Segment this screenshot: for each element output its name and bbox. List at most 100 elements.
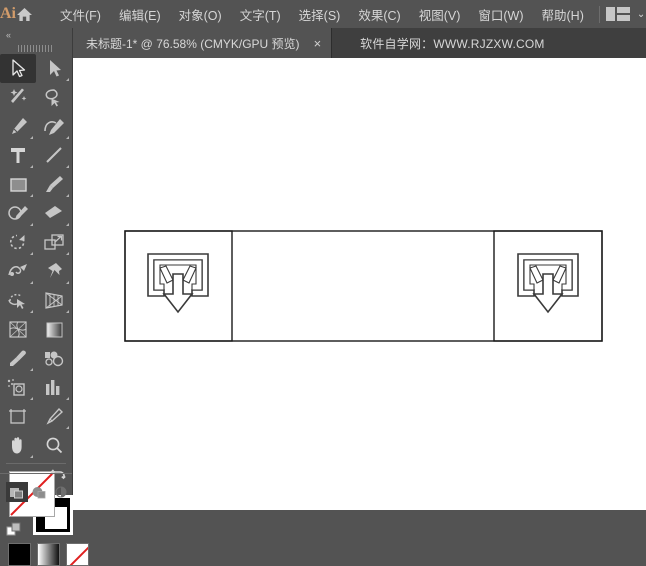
- flyout-indicator: [66, 281, 69, 284]
- menu-bar-right: ⌄: [593, 5, 646, 23]
- perspective-grid-tool[interactable]: [36, 286, 72, 315]
- pen-tool[interactable]: [0, 112, 36, 141]
- mesh-icon: [9, 321, 27, 338]
- menu-type[interactable]: 文字(T): [231, 1, 290, 28]
- normal-screen-mode-icon: [10, 487, 23, 498]
- workspace-icon-block-top: [616, 7, 630, 13]
- artboard-tool[interactable]: [0, 402, 36, 431]
- line-segment-tool[interactable]: [36, 141, 72, 170]
- mesh-tool[interactable]: [0, 315, 36, 344]
- menu-object[interactable]: 对象(O): [170, 1, 231, 28]
- magnifier-icon: [46, 437, 63, 454]
- lasso-tool[interactable]: [36, 83, 72, 112]
- flyout-indicator: [66, 78, 69, 81]
- flyout-indicator: [30, 397, 33, 400]
- flyout-indicator: [30, 223, 33, 226]
- full-screen-icon: [55, 486, 67, 497]
- canvas-area[interactable]: [72, 58, 646, 510]
- flyout-indicator: [30, 136, 33, 139]
- hand-tool[interactable]: [0, 431, 36, 460]
- menu-view[interactable]: 视图(V): [410, 1, 470, 28]
- symbol-sprayer-tool[interactable]: [0, 373, 36, 402]
- default-fill-stroke-button[interactable]: [6, 522, 22, 543]
- pen-nib-icon: [12, 118, 27, 134]
- menu-select[interactable]: 选择(S): [290, 1, 350, 28]
- flyout-indicator: [66, 397, 69, 400]
- menu-file[interactable]: 文件(F): [51, 1, 110, 28]
- hand-icon: [12, 437, 22, 454]
- toolbar-collapse-button[interactable]: «: [0, 28, 72, 42]
- menu-edit[interactable]: 编辑(E): [110, 1, 170, 28]
- zoom-tool[interactable]: [36, 431, 72, 460]
- width-tool[interactable]: [0, 257, 36, 286]
- none-swatch[interactable]: [66, 543, 89, 566]
- toolbar-drag-handle[interactable]: [0, 42, 72, 54]
- flyout-indicator: [30, 368, 33, 371]
- shape-builder-tool[interactable]: [0, 286, 36, 315]
- chevron-down-icon[interactable]: ⌄: [637, 9, 645, 20]
- type-tool[interactable]: [0, 141, 36, 170]
- download-button-bar-artwork[interactable]: [124, 230, 604, 349]
- scale-tool[interactable]: [36, 228, 72, 257]
- menu-help[interactable]: 帮助(H): [533, 1, 593, 28]
- gradient-tool[interactable]: [36, 315, 72, 344]
- shaper-tool[interactable]: [0, 199, 36, 228]
- symbol-sprayer-icon: [7, 379, 25, 396]
- watermark-text: 软件自学网：WWW.RJZXW.COM: [360, 36, 545, 51]
- color-mode-buttons: [8, 543, 89, 566]
- flyout-indicator: [30, 455, 33, 458]
- workspace-icon-right-blocks: [616, 7, 630, 21]
- menu-window[interactable]: 窗口(W): [469, 1, 532, 28]
- scale-icon: [44, 234, 64, 250]
- artwork-svg: [124, 230, 603, 342]
- rotate-icon: [9, 234, 25, 250]
- pushpin-icon: [48, 263, 62, 278]
- lasso-icon: [45, 89, 60, 107]
- color-swatch[interactable]: [8, 543, 31, 566]
- close-icon[interactable]: ×: [314, 37, 322, 50]
- direct-selection-tool[interactable]: [36, 54, 72, 83]
- selection-tool[interactable]: [0, 54, 36, 83]
- artboard-icon: [9, 409, 26, 424]
- direct-select-arrow-icon: [49, 60, 61, 77]
- workspace-switcher-icon[interactable]: [605, 7, 630, 21]
- document-tab[interactable]: 未标题-1* @ 76.58% (CMYK/GPU 预览) ×: [72, 28, 333, 58]
- slice-tool[interactable]: [36, 402, 72, 431]
- tray-right-tick: [552, 265, 567, 284]
- perspective-grid-icon: [45, 292, 63, 309]
- workspace-icon-block-bottom: [616, 15, 630, 21]
- free-transform-tool[interactable]: [36, 257, 72, 286]
- flyout-indicator: [66, 136, 69, 139]
- magic-wand-tool[interactable]: [0, 83, 36, 112]
- illustrator-window: Ai 文件(F) 编辑(E) 对象(O) 文字(T) 选择(S) 效果(C) 视…: [0, 0, 646, 566]
- menu-effect[interactable]: 效果(C): [349, 1, 409, 28]
- type-t-icon: [11, 148, 25, 163]
- eyedropper-tool[interactable]: [0, 344, 36, 373]
- workspace-divider: [598, 5, 600, 23]
- gradient-swatch[interactable]: [37, 543, 60, 566]
- screen-mode-buttons: [6, 482, 72, 502]
- workspace-icon-left-block: [605, 7, 615, 21]
- rotate-tool[interactable]: [0, 228, 36, 257]
- full-screen-mode[interactable]: [50, 482, 72, 502]
- rectangle-tool[interactable]: [0, 170, 36, 199]
- full-screen-menubar-mode[interactable]: [28, 482, 50, 502]
- blend-tool[interactable]: [36, 344, 72, 373]
- collapse-icon: «: [6, 30, 11, 40]
- paintbrush-tool[interactable]: [36, 170, 72, 199]
- eraser-tool[interactable]: [36, 199, 72, 228]
- home-icon-glyph: [17, 7, 32, 21]
- flyout-indicator: [66, 165, 69, 168]
- arrow-cursor-icon: [11, 59, 25, 78]
- column-graph-tool[interactable]: [36, 373, 72, 402]
- flyout-indicator: [30, 252, 33, 255]
- flyout-indicator: [30, 310, 33, 313]
- blend-icon: [45, 351, 64, 367]
- paintbrush-icon: [46, 176, 63, 192]
- normal-screen-mode[interactable]: [6, 482, 28, 502]
- flyout-indicator: [66, 252, 69, 255]
- shaper-pencil-icon: [8, 206, 28, 220]
- curvature-tool[interactable]: [36, 112, 72, 141]
- home-icon[interactable]: [16, 0, 33, 28]
- tools-panel: «: [0, 28, 89, 566]
